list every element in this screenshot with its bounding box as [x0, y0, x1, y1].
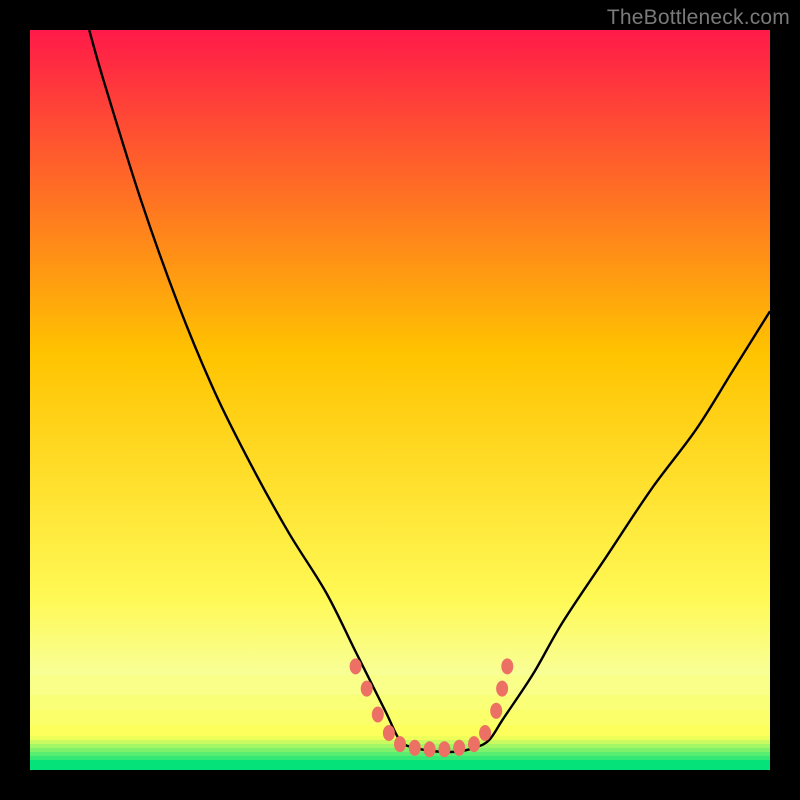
- marker-dot: [394, 736, 406, 752]
- marker-dot: [501, 658, 513, 674]
- marker-dot: [453, 740, 465, 756]
- marker-dot: [361, 681, 373, 697]
- marker-dot: [372, 707, 384, 723]
- marker-dot: [424, 741, 436, 757]
- chart-svg: [30, 30, 770, 770]
- marker-dot: [438, 741, 450, 757]
- marker-dot: [496, 681, 508, 697]
- plot-area: [30, 30, 770, 770]
- bottleneck-curve: [89, 30, 770, 752]
- marker-dot: [468, 736, 480, 752]
- marker-dot: [479, 725, 491, 741]
- marker-dot: [383, 725, 395, 741]
- marker-dot: [350, 658, 362, 674]
- marker-dot: [490, 703, 502, 719]
- marker-dot: [409, 740, 421, 756]
- chart-frame: TheBottleneck.com: [0, 0, 800, 800]
- watermark-text: TheBottleneck.com: [607, 6, 790, 30]
- plateau-markers: [350, 658, 514, 757]
